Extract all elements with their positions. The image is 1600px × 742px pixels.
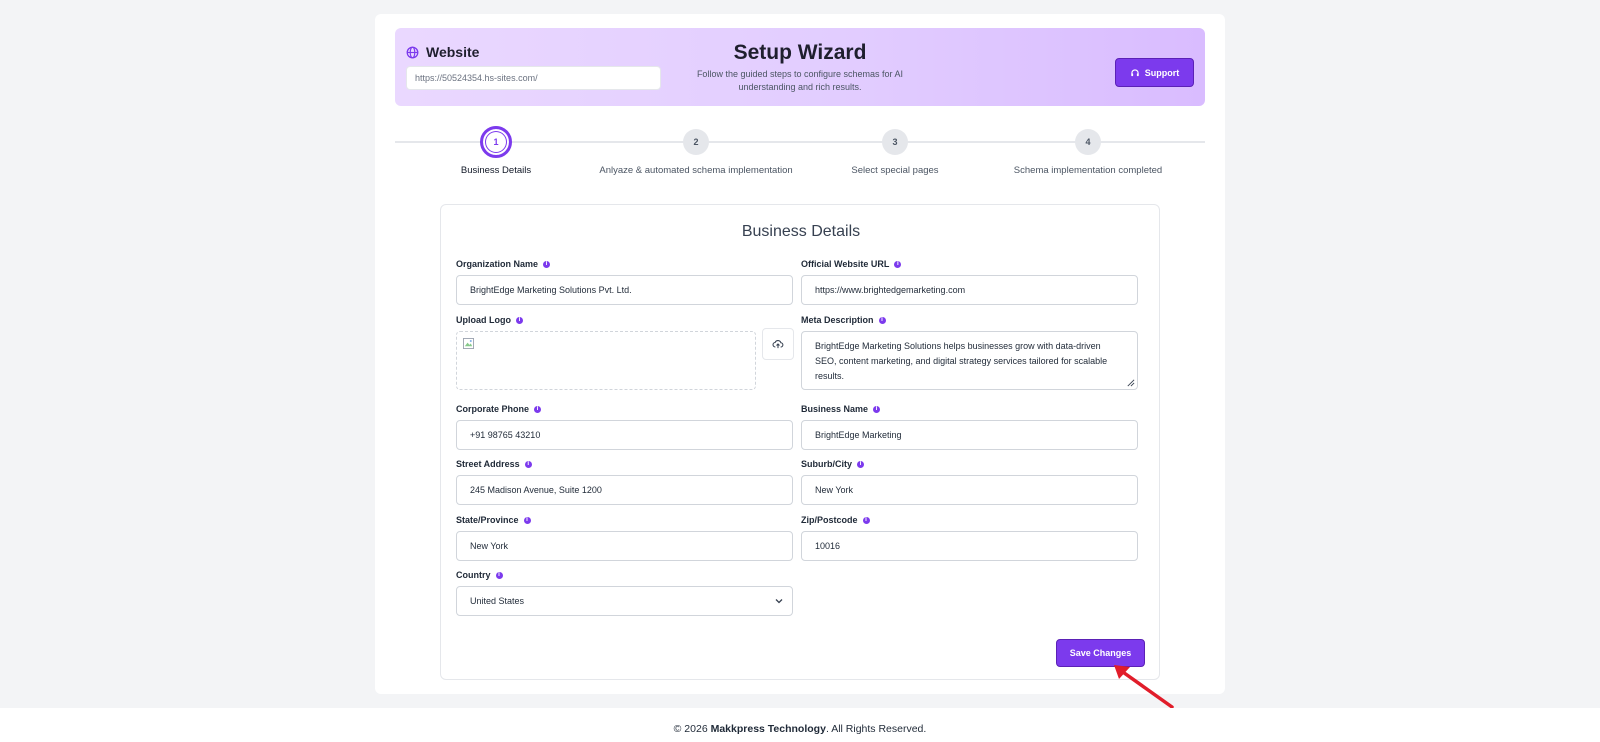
- info-icon[interactable]: i: [524, 460, 532, 468]
- step-circle: 4: [1075, 129, 1101, 155]
- business-details-form: Business Details Organization Name i Brig…: [440, 204, 1160, 680]
- support-label: Support: [1144, 67, 1180, 78]
- step-circle: 1: [480, 126, 512, 158]
- main-card: Website https://50524354.hs-sites.com/ S…: [375, 14, 1225, 694]
- website-url-label: Official Website URL: [801, 259, 890, 269]
- annotation-arrow-icon: [1114, 665, 1174, 709]
- city-field: Suburb/City i New York: [801, 457, 1138, 505]
- page-title: Setup Wizard: [733, 41, 867, 64]
- wizard-header: Website https://50524354.hs-sites.com/ S…: [395, 28, 1205, 106]
- state-input[interactable]: New York: [456, 531, 793, 561]
- chevron-down-icon: [775, 599, 783, 604]
- business-name-field: Business Name i BrightEdge Marketing: [801, 402, 1138, 450]
- footer-prefix: © 2026: [673, 723, 711, 735]
- phone-label: Corporate Phone: [456, 404, 530, 414]
- zip-input[interactable]: 10016: [801, 531, 1138, 561]
- phone-input[interactable]: +91 98765 43210: [456, 420, 793, 450]
- org-name-field: Organization Name i BrightEdge Marketing …: [456, 257, 793, 305]
- country-select[interactable]: United States: [456, 586, 793, 616]
- form-title: Business Details: [741, 223, 861, 240]
- step-circle: 2: [683, 129, 709, 155]
- state-label: State/Province: [456, 515, 519, 525]
- logo-preview[interactable]: [456, 331, 756, 390]
- city-label: Suburb/City: [801, 459, 852, 469]
- info-icon[interactable]: i: [873, 405, 881, 413]
- broken-image-icon: [463, 338, 474, 349]
- footer: © 2026 Makkpress Technology. All Rights …: [0, 708, 1600, 742]
- street-address-label: Street Address: [456, 459, 520, 469]
- country-field: Country i United States: [456, 568, 793, 616]
- upload-logo-button[interactable]: [762, 328, 794, 360]
- info-icon[interactable]: i: [523, 516, 531, 524]
- meta-description-text: BrightEdge Marketing Solutions helps bus…: [815, 341, 1108, 381]
- street-address-field: Street Address i 245 Madison Avenue, Suit…: [456, 457, 793, 505]
- info-icon[interactable]: i: [516, 316, 523, 324]
- upload-logo-field: Upload Logo i: [456, 313, 794, 390]
- headset-icon: [1131, 68, 1139, 76]
- info-icon[interactable]: i: [878, 316, 886, 324]
- country-selected-value: United States: [470, 596, 525, 606]
- info-icon[interactable]: i: [495, 571, 503, 579]
- website-url-input[interactable]: https://www.brightedgemarketing.com: [801, 275, 1138, 305]
- zip-field: Zip/Postcode i 10016: [801, 513, 1138, 561]
- country-label: Country: [456, 570, 491, 580]
- info-icon[interactable]: i: [894, 260, 902, 268]
- city-input[interactable]: New York: [801, 475, 1138, 505]
- footer-company: Makkpress Technology: [710, 723, 826, 735]
- meta-description-field: Meta Description i BrightEdge Marketing S…: [801, 313, 1138, 390]
- support-button[interactable]: Support: [1115, 58, 1194, 87]
- step-implementation-completed[interactable]: 4 Schema implementation completed: [958, 126, 1218, 176]
- info-icon[interactable]: i: [534, 405, 542, 413]
- info-icon[interactable]: i: [857, 460, 864, 468]
- page-subtitle: Follow the guided steps to configure sch…: [696, 69, 904, 92]
- step-label: Schema implementation completed: [1013, 165, 1163, 176]
- resize-handle-icon[interactable]: [1126, 378, 1135, 387]
- business-name-label: Business Name: [801, 404, 869, 414]
- state-field: State/Province i New York: [456, 513, 793, 561]
- upload-logo-label: Upload Logo: [456, 315, 511, 325]
- org-name-input[interactable]: BrightEdge Marketing Solutions Pvt. Ltd.: [456, 275, 793, 305]
- step-circle: 3: [882, 129, 908, 155]
- phone-field: Corporate Phone i +91 98765 43210: [456, 402, 793, 450]
- wizard-stepper: 1 Business Details 2 Anlyaze & automated…: [395, 126, 1205, 186]
- website-url-field-group: Official Website URL i https://www.bright…: [801, 257, 1138, 305]
- info-icon[interactable]: i: [543, 260, 551, 268]
- business-name-input[interactable]: BrightEdge Marketing: [801, 420, 1138, 450]
- cloud-upload-icon: [772, 340, 784, 349]
- info-icon[interactable]: i: [862, 516, 870, 524]
- zip-label: Zip/Postcode: [801, 515, 858, 525]
- meta-description-textarea[interactable]: BrightEdge Marketing Solutions helps bus…: [801, 331, 1138, 390]
- footer-suffix: . All Rights Reserved.: [825, 723, 927, 735]
- org-name-label: Organization Name: [456, 259, 539, 269]
- street-address-input[interactable]: 245 Madison Avenue, Suite 1200: [456, 475, 793, 505]
- website-url-field[interactable]: https://50524354.hs-sites.com/: [406, 66, 661, 90]
- meta-description-label: Meta Description: [801, 315, 874, 325]
